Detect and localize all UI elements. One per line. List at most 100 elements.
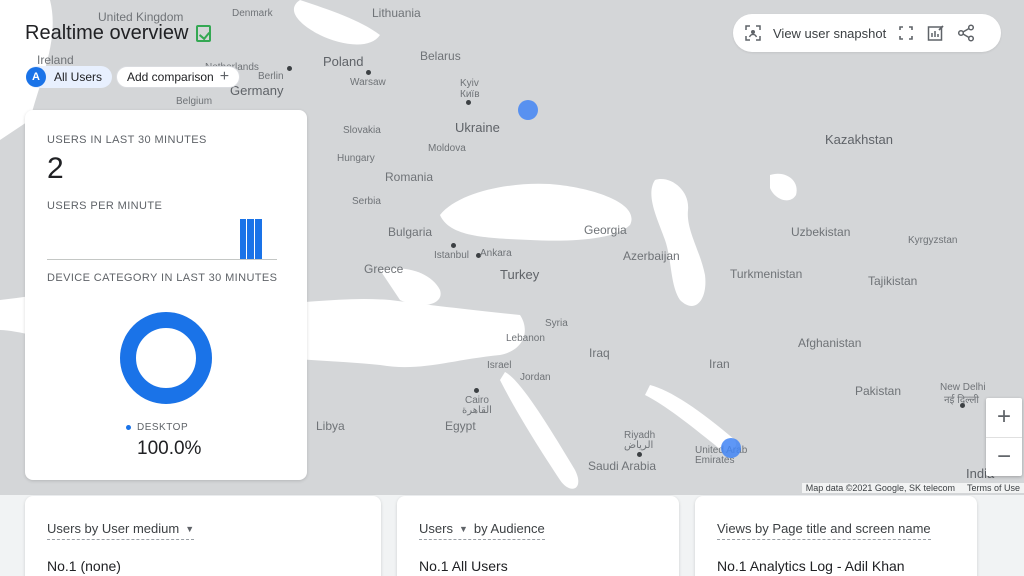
users-metric-label: Users <box>419 521 453 536</box>
map-label-iraq: Iraq <box>589 346 610 360</box>
users-per-minute-bar[interactable] <box>239 219 247 259</box>
map-label-ukraine: Ukraine <box>455 120 500 135</box>
map-label-greece: Greece <box>364 262 404 276</box>
views-by-page-header[interactable]: Views by Page title and screen name <box>717 521 931 540</box>
snapshot-icon <box>743 23 763 43</box>
device-category-caption: DEVICE CATEGORY IN LAST 30 MINUTES <box>47 272 278 284</box>
desktop-percent: 100.0% <box>137 438 202 459</box>
map-label-cairo-local: القاهرة <box>462 405 492 416</box>
map-label-moldova: Moldova <box>428 143 466 154</box>
city-dot-new-delhi <box>960 403 965 408</box>
map-label-azerbaijan: Azerbaijan <box>623 249 680 263</box>
fullscreen-icon[interactable] <box>896 23 916 43</box>
city-dot-istanbul <box>451 243 456 248</box>
medium-top-row: No.1 (none) <box>47 558 121 574</box>
map-label-kyiv-local: Київ <box>460 89 480 100</box>
users-per-minute-bar[interactable] <box>247 219 254 259</box>
city-dot-riyadh <box>637 452 642 457</box>
users-by-medium-header[interactable]: Users by User medium ▼ <box>47 521 195 540</box>
add-comparison-label: Add comparison <box>127 70 214 84</box>
active-user-dot-ukraine[interactable] <box>518 100 538 120</box>
map-label-lithuania: Lithuania <box>372 6 421 20</box>
map-label-kyrgyzstan: Kyrgyzstan <box>908 235 958 246</box>
city-dot-warsaw <box>366 70 371 75</box>
map-label-lebanon: Lebanon <box>506 333 545 344</box>
dropdown-caret-icon: ▼ <box>185 523 195 534</box>
report-toolbar: View user snapshot <box>733 14 1001 52</box>
zoom-in-button[interactable]: + <box>986 398 1022 437</box>
map-label-syria: Syria <box>545 318 568 329</box>
users-last-30-caption: USERS IN LAST 30 MINUTES <box>47 134 207 146</box>
map-label-slovakia: Slovakia <box>343 125 381 136</box>
users-per-minute-caption: USERS PER MINUTE <box>47 200 163 212</box>
users-last-30-value: 2 <box>47 152 64 185</box>
device-legend: DESKTOP <box>126 422 188 433</box>
map-data-credit: Map data ©2021 Google, SK telecom <box>805 483 955 493</box>
active-user-dot-uae[interactable] <box>721 438 741 458</box>
map-label-riyadh-local: الرياض <box>624 440 654 451</box>
map-label-afghanistan: Afghanistan <box>798 336 862 350</box>
map-zoom-controls: + − <box>986 398 1022 476</box>
map-label-poland: Poland <box>323 54 364 69</box>
map-label-jordan: Jordan <box>520 372 551 383</box>
by-audience-label: by Audience <box>473 521 545 536</box>
audience-top-row: No.1 All Users <box>419 558 508 574</box>
terms-link[interactable]: Terms of Use <box>967 483 1020 493</box>
map-label-germany: Germany <box>230 83 284 98</box>
dropdown-caret-icon: ▼ <box>458 523 468 534</box>
map-label-libya: Libya <box>316 419 345 433</box>
view-user-snapshot-button[interactable]: View user snapshot <box>743 23 886 43</box>
map-label-tajikistan: Tajikistan <box>868 274 918 288</box>
map-label-georgia: Georgia <box>584 223 627 237</box>
map-label-pakistan: Pakistan <box>855 384 902 398</box>
page-title-row: Realtime overview <box>25 22 212 45</box>
segment-badge: A <box>26 67 46 87</box>
desktop-legend-dot <box>126 425 131 430</box>
map-label-kazakhstan: Kazakhstan <box>825 132 893 147</box>
map-attribution: Map data ©2021 Google, SK telecom Terms … <box>801 483 1024 493</box>
views-top-row: No.1 Analytics Log - Adil Khan <box>717 558 905 574</box>
all-users-chip[interactable]: A All Users <box>26 66 113 88</box>
city-dot-kyiv <box>466 100 471 105</box>
share-icon[interactable] <box>956 23 976 43</box>
map-label-istanbul: Istanbul <box>434 250 470 261</box>
users-per-minute-bar[interactable] <box>255 219 262 259</box>
desktop-legend-label: DESKTOP <box>137 422 189 433</box>
map-label-ankara: Ankara <box>480 248 512 259</box>
map-label-ireland: Ireland <box>37 53 74 67</box>
users-by-audience-card: Users ▼ by Audience No.1 All Users <box>397 496 679 576</box>
city-dot-cairo <box>474 388 479 393</box>
realtime-summary-card: USERS IN LAST 30 MINUTES 2 USERS PER MIN… <box>25 110 307 480</box>
page-title: Realtime overview <box>25 22 189 44</box>
users-per-minute-chart[interactable] <box>47 219 277 260</box>
map-label-saudi-arabia: Saudi Arabia <box>588 459 657 473</box>
map-label-romania: Romania <box>385 170 434 184</box>
map-label-iran: Iran <box>709 357 730 371</box>
map-label-kyiv: Kyiv <box>460 78 479 89</box>
all-users-label: All Users <box>54 70 103 84</box>
add-comparison-button[interactable]: Add comparison + <box>116 66 241 88</box>
views-by-page-title: Views by Page title and screen name <box>717 521 931 536</box>
map-label-hungary: Hungary <box>337 153 375 164</box>
map-label-turkmenistan: Turkmenistan <box>730 267 803 281</box>
users-by-audience-header[interactable]: Users ▼ by Audience <box>419 521 545 540</box>
verified-check-icon[interactable] <box>196 25 212 42</box>
map-label-bulgaria: Bulgaria <box>388 225 433 239</box>
views-by-page-card: Views by Page title and screen name No.1… <box>695 496 977 576</box>
map-label-berlin: Berlin <box>258 71 284 82</box>
users-by-medium-card: Users by User medium ▼ No.1 (none) <box>25 496 381 576</box>
device-category-donut[interactable] <box>118 310 214 406</box>
map-label-uzbekistan: Uzbekistan <box>791 225 851 239</box>
map-label-warsaw: Warsaw <box>350 77 386 88</box>
view-user-snapshot-label: View user snapshot <box>773 25 887 41</box>
zoom-out-button[interactable]: − <box>986 438 1022 477</box>
map-label-belgium: Belgium <box>176 96 213 107</box>
map-label-israel: Israel <box>487 360 512 371</box>
map-label-belarus: Belarus <box>420 49 461 63</box>
customize-report-icon[interactable] <box>926 23 946 43</box>
donut-segment-desktop[interactable] <box>120 312 212 404</box>
map-label-turkey: Turkey <box>500 267 540 282</box>
map-label-serbia: Serbia <box>352 196 381 207</box>
city-dot-berlin <box>287 66 292 71</box>
users-by-medium-title: Users by User medium <box>47 521 180 536</box>
